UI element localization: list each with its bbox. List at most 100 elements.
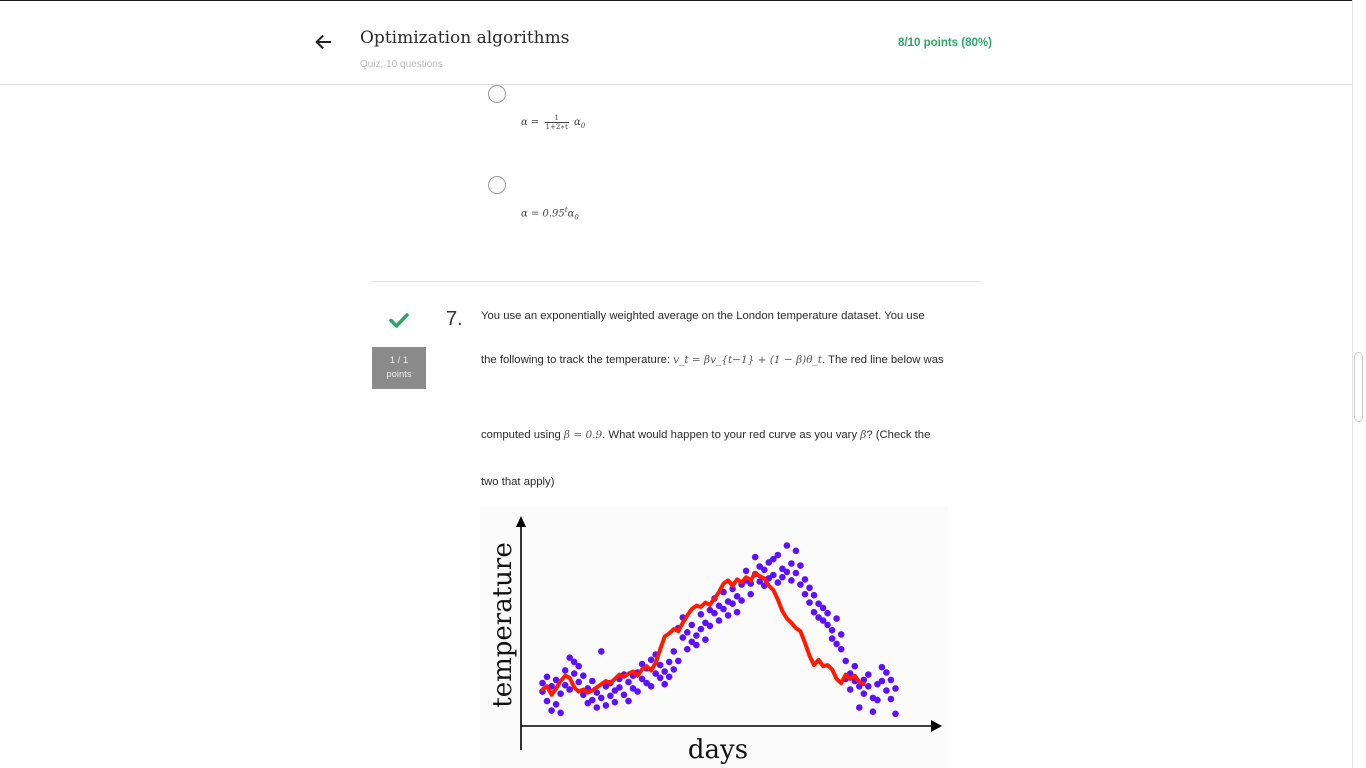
temperature-point (865, 671, 872, 678)
temperature-point (892, 710, 899, 718)
temperature-point (616, 684, 623, 691)
temperature-point (693, 641, 700, 649)
temperature-point (860, 690, 868, 697)
temperature-point (842, 657, 849, 665)
temperature-point (634, 688, 641, 695)
temperature-point (788, 577, 795, 584)
temperature-point (738, 597, 745, 604)
temperature-point (828, 626, 836, 634)
temperature-point (684, 645, 691, 653)
temperature-point (806, 599, 813, 606)
points-value: 1 / 1 (389, 355, 409, 366)
formula-rhs: α (574, 117, 581, 128)
temperature-point (548, 707, 555, 714)
temperature-point (620, 691, 628, 699)
quiz-title: Optimization algorithms (360, 28, 570, 48)
question-text: ? (Check the (866, 429, 931, 441)
temperature-point (761, 566, 768, 574)
checkmark-icon (388, 310, 410, 330)
question-text: computed using (481, 429, 564, 441)
question-text: . What would happen to your red curve as… (602, 429, 861, 441)
temperature-point (661, 668, 668, 675)
temperature-point (720, 605, 727, 613)
temperature-point (711, 609, 718, 617)
arrow-left-icon[interactable] (308, 27, 338, 57)
temperature-point (580, 672, 587, 679)
temperature-point (887, 676, 895, 684)
question-text-line-1: You use an exponentially weighted averag… (481, 310, 925, 322)
temperature-point (575, 662, 582, 670)
temperature-point (792, 569, 800, 577)
temperature-point (865, 683, 872, 690)
question-text: the following to track the temperature: (481, 354, 674, 366)
temperature-point (828, 635, 836, 642)
temperature-point (598, 694, 605, 702)
scrollbar-thumb[interactable] (1354, 352, 1363, 422)
temperature-point (702, 636, 709, 643)
temperature-point (647, 656, 655, 664)
temperature-point (774, 579, 782, 586)
temperature-point (883, 669, 890, 676)
x-axis-label: days (688, 735, 748, 765)
temperature-point (801, 590, 809, 598)
question-text-line-4: two that apply) (481, 476, 555, 488)
temperature-point (887, 695, 895, 703)
temperature-point (561, 667, 569, 674)
temperature-point (670, 648, 678, 655)
temperature-point (788, 560, 795, 567)
temperature-point (656, 674, 664, 682)
temperature-point (607, 692, 614, 700)
temperature-point (819, 604, 827, 612)
temperature-point (706, 622, 714, 630)
x-axis-arrow-icon (931, 720, 942, 732)
temperature-point (751, 553, 759, 561)
temperature-point (747, 590, 754, 598)
temperature-point (856, 704, 863, 711)
temperature-point (665, 658, 673, 666)
temperature-point (837, 631, 845, 638)
quiz-subtitle: Quiz, 10 questions (360, 59, 443, 70)
temperature-point (557, 709, 564, 717)
option-radio-2[interactable] (488, 176, 506, 194)
temperature-point (589, 677, 596, 685)
option-formula-1: α = 1 1+2∗t α0 (521, 114, 585, 131)
temperature-point (697, 611, 705, 618)
temperature-point (602, 702, 610, 709)
temperature-point (670, 666, 678, 673)
ewa-formula: v_t = βv_{t−1} + (1 − β)θ_t (673, 354, 823, 366)
temperature-point (729, 600, 736, 607)
temperature-point (779, 573, 786, 581)
option-radio-1[interactable] (488, 85, 506, 103)
temperature-point (688, 621, 696, 629)
temperature-point (661, 680, 668, 688)
formula-lhs: α = 0.95 (521, 208, 565, 220)
temperature-point (797, 581, 804, 588)
question-text: . The red line below was (822, 354, 944, 366)
temperature-point (801, 576, 809, 583)
question-text-line-2: the following to track the temperature: … (481, 354, 944, 366)
temperature-point (715, 617, 723, 624)
temperature-point (647, 683, 655, 690)
temperature-point (543, 673, 551, 681)
temperature-point (733, 608, 741, 616)
temperature-point (774, 551, 782, 559)
option-formula-2: α = 0.95tα0 (521, 206, 579, 221)
temperature-point (797, 562, 804, 569)
y-axis-label: temperature (488, 542, 518, 707)
temperature-point (675, 657, 682, 665)
temperature-point (783, 542, 791, 549)
temperature-point (625, 697, 632, 705)
chart-axes (516, 516, 942, 750)
temperature-point (593, 704, 601, 711)
temperature-point (783, 568, 791, 576)
temperature-point (878, 677, 886, 685)
question-number: 7. (446, 308, 463, 330)
temperature-point (693, 632, 700, 639)
ewa-line-series (540, 571, 866, 697)
temperature-point (833, 615, 840, 622)
temperature-point (869, 708, 877, 715)
temperature-point (543, 697, 551, 705)
temperature-point (656, 661, 664, 669)
temperature-point (742, 567, 750, 575)
temperature-point (833, 640, 840, 648)
